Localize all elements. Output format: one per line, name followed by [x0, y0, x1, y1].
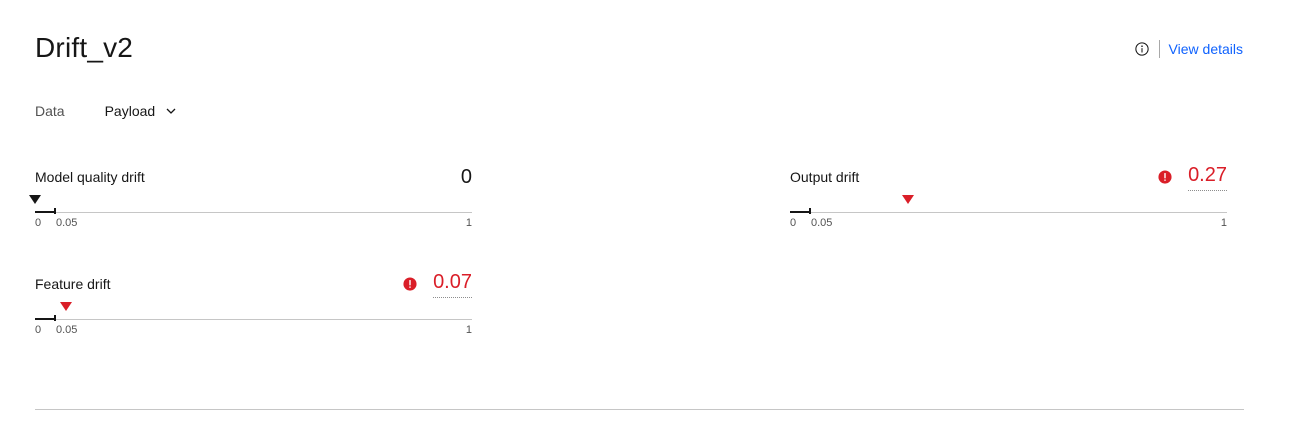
- data-source-row: Data Payload: [35, 101, 177, 121]
- header-divider: [1158, 40, 1160, 58]
- metric-value-text: 0: [460, 166, 472, 188]
- error-icon: [1158, 170, 1172, 184]
- error-icon: [403, 277, 417, 291]
- metric-label: Output drift: [790, 169, 860, 185]
- threshold-tick: [54, 208, 56, 214]
- metric-value: 0.07: [403, 270, 472, 298]
- threshold-segment: [35, 211, 55, 213]
- scale-min-label: 0: [790, 217, 797, 229]
- scale-max-label: 1: [465, 324, 472, 336]
- drift-track: [35, 212, 472, 213]
- scale-min-label: 0: [35, 217, 42, 229]
- info-icon[interactable]: [1134, 41, 1150, 57]
- chevron-down-icon: [165, 105, 177, 117]
- data-label: Data: [35, 103, 65, 119]
- data-source-dropdown[interactable]: Payload: [105, 103, 178, 119]
- metric-label: Feature drift: [35, 276, 111, 292]
- header-actions: View details: [1134, 40, 1243, 58]
- drift-marker: [59, 302, 72, 311]
- scale-threshold-label: 0.05: [811, 217, 833, 229]
- view-details-link[interactable]: View details: [1169, 41, 1243, 57]
- metric-label: Model quality drift: [35, 169, 145, 185]
- metric-value: 0.27: [1158, 163, 1227, 191]
- scale-max-label: 1: [465, 217, 472, 229]
- scale-min-label: 0: [35, 324, 42, 336]
- metric-value-text[interactable]: 0.07: [433, 270, 472, 298]
- threshold-tick: [809, 208, 811, 214]
- drift-marker: [901, 195, 914, 204]
- metric-value-text[interactable]: 0.27: [1188, 163, 1227, 191]
- drift-track: [35, 319, 472, 320]
- section-divider: [35, 409, 1244, 410]
- page-title: Drift_v2: [35, 32, 134, 63]
- drift-track: [790, 212, 1227, 213]
- drift-marker: [29, 195, 41, 204]
- scale-threshold-label: 0.05: [56, 217, 78, 229]
- scale-max-label: 1: [1220, 217, 1227, 229]
- threshold-segment: [790, 211, 810, 213]
- metric-value: 0: [461, 165, 472, 189]
- threshold-segment: [35, 318, 55, 320]
- data-source-value: Payload: [104, 103, 156, 119]
- threshold-tick: [54, 315, 56, 321]
- scale-threshold-label: 0.05: [56, 324, 78, 336]
